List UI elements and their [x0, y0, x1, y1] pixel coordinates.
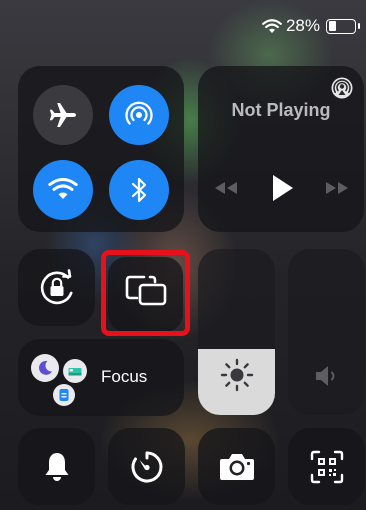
timer-button[interactable] — [108, 428, 185, 505]
wifi-icon — [262, 18, 282, 34]
speaker-icon — [312, 363, 342, 389]
battery-icon — [326, 18, 360, 34]
status-bar: 28% — [262, 16, 360, 36]
rewind-icon[interactable] — [211, 180, 241, 201]
camera-icon — [218, 451, 256, 483]
bed-icon — [63, 359, 87, 383]
airplane-icon — [48, 100, 78, 130]
brightness-slider[interactable] — [198, 249, 275, 415]
timer-icon — [128, 448, 166, 486]
code-scanner-button[interactable] — [288, 428, 365, 505]
qr-code-icon — [310, 450, 344, 484]
bluetooth-toggle[interactable] — [109, 160, 169, 220]
moon-icon — [31, 354, 59, 382]
sun-icon — [219, 357, 255, 393]
fast-forward-icon[interactable] — [322, 180, 352, 201]
bell-icon — [42, 450, 72, 484]
rotation-lock-icon — [36, 267, 77, 308]
play-icon[interactable] — [271, 174, 295, 207]
rotation-lock-button[interactable] — [18, 249, 95, 326]
wifi-icon — [48, 178, 78, 202]
now-playing-title: Not Playing — [231, 100, 331, 120]
airdrop-toggle[interactable] — [109, 85, 169, 145]
focus-label: Focus — [101, 367, 148, 386]
badge-icon — [53, 384, 75, 406]
camera-button[interactable] — [198, 428, 275, 505]
silent-mode-button[interactable] — [18, 428, 95, 505]
airplane-mode-toggle[interactable] — [33, 85, 93, 145]
screen-mirroring-highlight — [101, 250, 190, 336]
wifi-toggle[interactable] — [33, 160, 93, 220]
bluetooth-icon — [127, 175, 151, 205]
battery-percentage: 28% — [285, 16, 320, 35]
airdrop-icon — [122, 98, 156, 132]
volume-slider[interactable] — [288, 249, 365, 415]
airplay-audio-icon[interactable] — [330, 76, 354, 100]
